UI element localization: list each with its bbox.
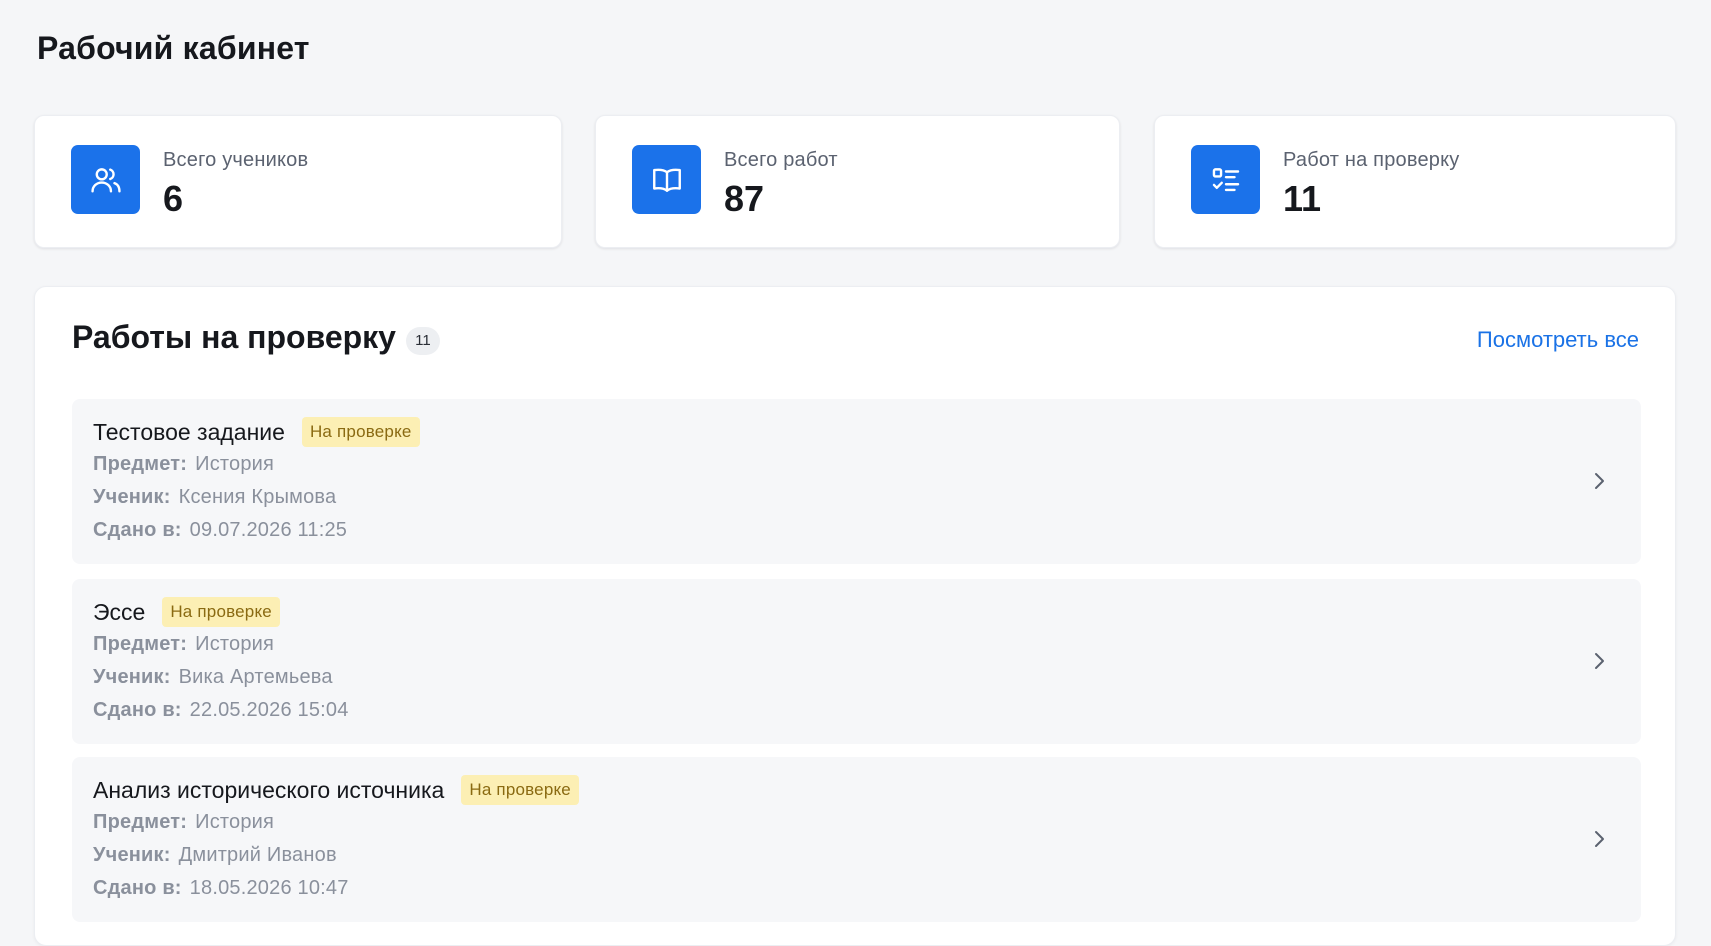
chevron-right-icon[interactable] <box>1587 827 1611 851</box>
submitted-value: 18.05.2026 10:47 <box>189 877 349 899</box>
item-student: Ученик: Ксения Крымова <box>93 486 336 509</box>
users-icon <box>71 145 140 214</box>
item-head: Тестовое задание На проверке <box>93 417 420 447</box>
item-submitted: Сдано в: 18.05.2026 10:47 <box>93 877 349 900</box>
item-head: Анализ исторического источника На провер… <box>93 775 579 805</box>
student-value: Дмитрий Иванов <box>178 844 337 866</box>
item-subject: Предмет: История <box>93 811 274 834</box>
stat-card-works: Всего работ 87 <box>595 115 1120 248</box>
stat-label: Всего работ <box>724 149 838 171</box>
submitted-label: Сдано в: <box>93 519 182 541</box>
submitted-label: Сдано в: <box>93 877 182 899</box>
subject-label: Предмет: <box>93 453 188 475</box>
dashboard-page: Рабочий кабинет Всего учеников 6 Всего р… <box>0 0 1711 946</box>
stat-value: 6 <box>163 178 184 219</box>
stat-label: Всего учеников <box>163 149 309 171</box>
stats-row: Всего учеников 6 Всего работ 87 Работ на… <box>34 115 1676 248</box>
list-item[interactable]: Анализ исторического источника На провер… <box>72 757 1641 922</box>
stat-card-to-review: Работ на проверку 11 <box>1154 115 1676 248</box>
stat-label: Работ на проверку <box>1283 149 1460 171</box>
book-open-icon <box>632 145 701 214</box>
student-value: Вика Артемьева <box>178 666 333 688</box>
status-badge: На проверке <box>461 775 579 805</box>
subject-value: История <box>195 633 275 655</box>
review-count-badge: 11 <box>405 326 440 355</box>
chevron-right-icon[interactable] <box>1587 469 1611 493</box>
subject-value: История <box>195 453 275 475</box>
status-badge: На проверке <box>162 597 280 627</box>
page-title: Рабочий кабинет <box>37 30 310 66</box>
submitted-label: Сдано в: <box>93 699 182 721</box>
subject-label: Предмет: <box>93 633 188 655</box>
item-submitted: Сдано в: 22.05.2026 15:04 <box>93 699 349 722</box>
submitted-value: 22.05.2026 15:04 <box>189 699 349 721</box>
item-title: Эссе <box>93 598 146 625</box>
checklist-icon <box>1191 145 1260 214</box>
item-subject: Предмет: История <box>93 453 274 476</box>
student-label: Ученик: <box>93 844 171 866</box>
subject-value: История <box>195 811 275 833</box>
item-subject: Предмет: История <box>93 633 274 656</box>
review-panel-header: Работы на проверку 11 <box>72 319 440 356</box>
item-student: Ученик: Вика Артемьева <box>93 666 333 689</box>
student-label: Ученик: <box>93 486 171 508</box>
student-value: Ксения Крымова <box>178 486 337 508</box>
review-panel-title: Работы на проверку <box>72 319 396 355</box>
subject-label: Предмет: <box>93 811 188 833</box>
stat-value: 87 <box>724 178 765 219</box>
student-label: Ученик: <box>93 666 171 688</box>
review-panel: Работы на проверку 11 Посмотреть все Тес… <box>34 286 1676 946</box>
list-item[interactable]: Тестовое задание На проверке Предмет: Ист… <box>72 399 1641 564</box>
status-badge: На проверке <box>301 417 420 447</box>
list-item[interactable]: Эссе На проверке Предмет: История Ученик:… <box>72 579 1641 744</box>
item-submitted: Сдано в: 09.07.2026 11:25 <box>93 519 347 542</box>
item-title: Анализ исторического источника <box>93 776 445 803</box>
stat-value: 11 <box>1283 178 1322 219</box>
view-all-link[interactable]: Посмотреть все <box>1477 327 1639 353</box>
stat-card-students: Всего учеников 6 <box>34 115 562 248</box>
item-head: Эссе На проверке <box>93 597 280 627</box>
submitted-value: 09.07.2026 11:25 <box>189 519 348 541</box>
chevron-right-icon[interactable] <box>1587 649 1611 673</box>
item-title: Тестовое задание <box>93 418 285 445</box>
item-student: Ученик: Дмитрий Иванов <box>93 844 337 867</box>
